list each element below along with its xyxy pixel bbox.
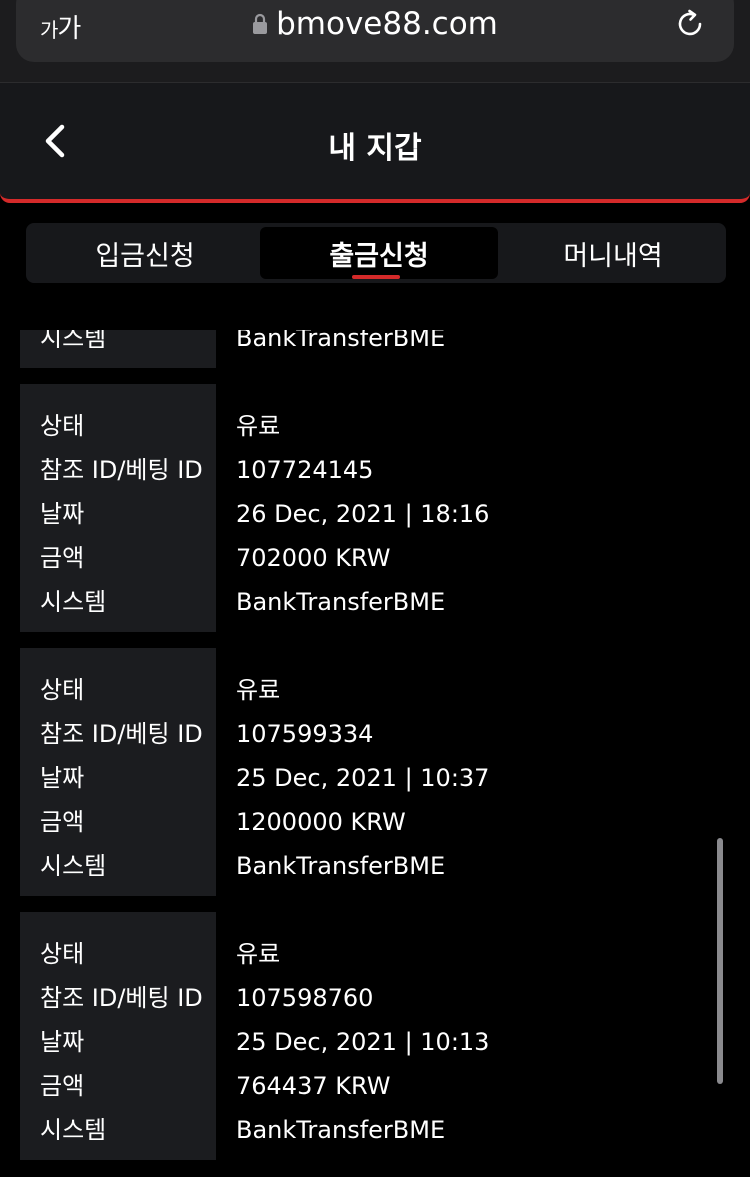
tab-withdrawal-request[interactable]: 출금신청: [260, 227, 498, 279]
value-amount: 702000 KRW: [236, 544, 391, 572]
record-row-date: 날짜 25 Dec, 2021 | 10:37: [20, 756, 720, 800]
record-row-system: 시스템 BankTransferBME: [20, 844, 720, 888]
label-ref: 참조 ID/베팅 ID: [40, 984, 203, 1012]
label-system: 시스템: [40, 852, 107, 880]
active-tab-indicator: [352, 275, 400, 279]
label-status: 상태: [40, 676, 85, 704]
value-status: 유료: [236, 676, 281, 704]
value-ref: 107598760: [236, 984, 374, 1012]
reload-icon[interactable]: [674, 8, 706, 40]
record-row-status: 상태 유료: [20, 404, 720, 448]
value-system: BankTransferBME: [236, 588, 446, 616]
label-amount: 금액: [40, 544, 85, 572]
record-card-partial: 시스템 BankTransferBME: [20, 330, 720, 368]
value-amount: 764437 KRW: [236, 1072, 391, 1100]
value-date: 25 Dec, 2021 | 10:13: [236, 1028, 490, 1056]
label-amount: 금액: [40, 1072, 85, 1100]
value-system: BankTransferBME: [236, 1116, 446, 1144]
label-status: 상태: [40, 940, 85, 968]
label-date: 날짜: [40, 1028, 85, 1056]
tab-deposit-request[interactable]: 입금신청: [26, 227, 264, 279]
record-row-status: 상태 유료: [20, 668, 720, 712]
record-row-amount: 금액 702000 KRW: [20, 536, 720, 580]
record-row-amount: 금액 764437 KRW: [20, 1064, 720, 1108]
app-header: 내 지갑: [0, 83, 750, 203]
record-card: 상태 유료 참조 ID/베팅 ID 107598760 날짜 25 Dec, 2…: [20, 912, 720, 1160]
browser-bar: 가가 bmove88.com: [0, 0, 750, 83]
record-row-date: 날짜 25 Dec, 2021 | 10:13: [20, 1020, 720, 1064]
withdrawal-list[interactable]: 시스템 BankTransferBME 상태 유료 참조 ID/베팅 ID 10…: [0, 330, 750, 1177]
value-system: BankTransferBME: [236, 852, 446, 880]
record-row-ref: 참조 ID/베팅 ID 107598760: [20, 976, 720, 1020]
value-system: BankTransferBME: [236, 330, 446, 352]
label-date: 날짜: [40, 764, 85, 792]
scrollbar[interactable]: [717, 838, 723, 1084]
record-row-date: 날짜 26 Dec, 2021 | 18:16: [20, 492, 720, 536]
url-display[interactable]: bmove88.com: [0, 4, 750, 44]
label-ref: 참조 ID/베팅 ID: [40, 456, 203, 484]
label-system: 시스템: [40, 588, 107, 616]
record-row-system: 시스템 BankTransferBME: [20, 580, 720, 624]
record-row-ref: 참조 ID/베팅 ID 107599334: [20, 712, 720, 756]
value-ref: 107599334: [236, 720, 374, 748]
value-status: 유료: [236, 940, 281, 968]
record-row-status: 상태 유료: [20, 932, 720, 976]
value-date: 25 Dec, 2021 | 10:37: [236, 764, 490, 792]
record-card: 상태 유료 참조 ID/베팅 ID 107724145 날짜 26 Dec, 2…: [20, 384, 720, 632]
url-text: bmove88.com: [276, 6, 498, 42]
label-date: 날짜: [40, 500, 85, 528]
label-system: 시스템: [40, 1116, 107, 1144]
label-amount: 금액: [40, 808, 85, 836]
page-title: 내 지갑: [328, 131, 422, 166]
value-status: 유료: [236, 412, 281, 440]
label-ref: 참조 ID/베팅 ID: [40, 720, 203, 748]
label-system: 시스템: [40, 330, 107, 352]
record-row-amount: 금액 1200000 KRW: [20, 800, 720, 844]
record-row-system: 시스템 BankTransferBME: [20, 1108, 720, 1152]
value-ref: 107724145: [236, 456, 374, 484]
page: 가가 bmove88.com 내 지갑 입금신청 출금신청 머니내역 시스템 B…: [0, 0, 750, 1177]
label-status: 상태: [40, 412, 85, 440]
record-row-system: 시스템 BankTransferBME: [20, 330, 720, 360]
value-date: 26 Dec, 2021 | 18:16: [236, 500, 490, 528]
tab-bar: 입금신청 출금신청 머니내역: [26, 223, 726, 283]
lock-icon: [253, 13, 268, 34]
record-row-ref: 참조 ID/베팅 ID 107724145: [20, 448, 720, 492]
record-card: 상태 유료 참조 ID/베팅 ID 107599334 날짜 25 Dec, 2…: [20, 648, 720, 896]
value-amount: 1200000 KRW: [236, 808, 406, 836]
tab-money-history[interactable]: 머니내역: [494, 227, 732, 279]
